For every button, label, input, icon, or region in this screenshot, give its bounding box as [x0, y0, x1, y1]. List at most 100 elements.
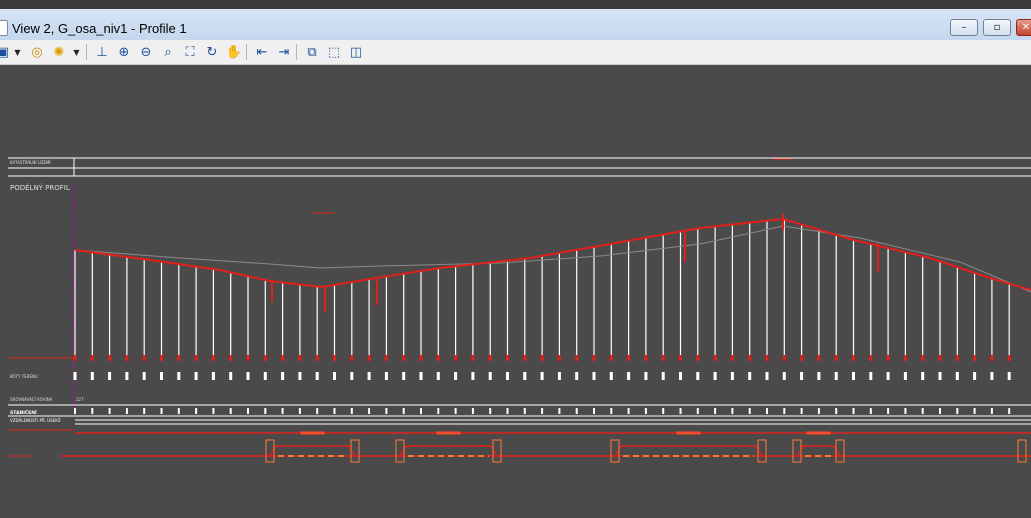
- station-tick: [523, 408, 526, 414]
- terrain-height-marker: [229, 372, 233, 380]
- zoom-in-icon[interactable]: ⊕: [115, 43, 133, 61]
- curve-bracket: [269, 445, 356, 457]
- brush-icon[interactable]: ⊥: [93, 43, 111, 61]
- station-tick: [817, 408, 820, 414]
- station-tick: [783, 408, 786, 414]
- design-height-marker: [592, 355, 596, 361]
- stationing-label: STANIČENÍ: [10, 408, 37, 416]
- design-height-marker: [557, 355, 561, 361]
- terrain-height-marker: [817, 372, 821, 380]
- terrain-height-marker: [696, 372, 700, 380]
- terrain-height-marker: [765, 372, 769, 380]
- design-height-marker: [454, 355, 458, 361]
- terrain-height-marker: [713, 372, 717, 380]
- minimize-icon: –: [961, 22, 967, 33]
- toolbar-separator: [246, 44, 247, 60]
- view-icon[interactable]: ▣: [0, 43, 12, 61]
- terrain-height-marker: [973, 372, 977, 380]
- terrain-height-marker: [679, 372, 682, 380]
- design-height-marker: [575, 355, 579, 361]
- terrain-height-marker: [609, 372, 613, 380]
- design-height-marker: [765, 355, 769, 361]
- terrain-height-marker: [506, 372, 509, 380]
- station-tick: [298, 408, 301, 414]
- station-tick: [904, 408, 907, 414]
- terrain-height-marker: [644, 372, 648, 380]
- design-height-marker: [679, 355, 682, 361]
- station-tick: [143, 408, 146, 414]
- terrain-height-marker: [800, 372, 804, 380]
- cadastral-label: KATASTRÁLNÍ ÚZEMÍ: [10, 160, 51, 165]
- design-height-marker: [333, 355, 336, 361]
- window-title: View 2, G_osa_niv1 - Profile 1: [12, 21, 187, 36]
- rotate-view-icon[interactable]: ↻: [203, 43, 221, 61]
- zoom-out-icon[interactable]: ⊖: [137, 43, 155, 61]
- clip-volume-icon[interactable]: ⬚: [325, 43, 343, 61]
- station-tick: [437, 408, 440, 414]
- design-height-marker: [1007, 355, 1011, 361]
- copy-view-icon[interactable]: ⧉: [303, 43, 321, 61]
- terrain-height-marker: [281, 372, 285, 380]
- design-height-marker: [852, 355, 855, 361]
- terrain-height-marker: [246, 372, 250, 380]
- station-tick: [489, 408, 492, 414]
- clip-mask-icon[interactable]: ◫: [347, 43, 365, 61]
- drawing-viewport[interactable]: KATASTRÁLNÍ ÚZEMÍ PODÉLNÝ PROFIL KÓTY TE…: [0, 65, 1031, 518]
- previous-view-icon[interactable]: ⇤: [253, 43, 271, 61]
- close-button[interactable]: ✕: [1016, 19, 1031, 36]
- fit-view-icon[interactable]: ⛶: [181, 43, 199, 61]
- station-tick: [575, 408, 578, 414]
- design-height-marker: [263, 355, 267, 361]
- station-tick: [662, 408, 665, 414]
- dropdown-arrow-icon[interactable]: ▼: [72, 43, 81, 61]
- station-tick: [471, 408, 474, 414]
- design-height-marker: [194, 355, 198, 361]
- design-height-marker: [211, 355, 215, 361]
- design-height-marker: [990, 355, 994, 361]
- design-height-marker: [90, 355, 94, 361]
- minimize-button[interactable]: –: [950, 19, 978, 36]
- design-height-marker: [644, 355, 648, 361]
- design-height-marker: [800, 355, 804, 361]
- terrain-height-marker: [852, 372, 855, 380]
- profile-drawing[interactable]: KATASTRÁLNÍ ÚZEMÍ PODÉLNÝ PROFIL KÓTY TE…: [0, 65, 1031, 518]
- terrain-height-marker: [938, 372, 942, 380]
- station-tick: [956, 408, 959, 414]
- station-tick: [731, 408, 734, 414]
- design-height-marker: [523, 355, 527, 361]
- terrain-height-marker: [488, 372, 492, 380]
- dropdown-arrow-icon[interactable]: ▼: [13, 43, 22, 61]
- terrain-height-marker: [557, 372, 561, 380]
- station-tick: [558, 408, 561, 414]
- terrain-height-marker: [160, 372, 163, 380]
- curvature-diagram: [265, 431, 1027, 463]
- terrain-height-marker: [73, 372, 77, 380]
- station-tick: [506, 408, 509, 414]
- terrain-height-marker: [990, 372, 994, 380]
- restore-button[interactable]: ▫: [983, 19, 1011, 36]
- pan-view-icon[interactable]: ✋: [225, 43, 243, 61]
- zoom-area-icon[interactable]: ⌕: [159, 43, 177, 61]
- station-tick: [644, 408, 647, 414]
- terrain-height-marker: [869, 372, 873, 380]
- terrain-height-marker: [350, 372, 354, 380]
- station-tick: [402, 408, 405, 414]
- terrain-height-marker: [315, 372, 319, 380]
- station-tick: [1008, 408, 1011, 414]
- next-view-icon[interactable]: ⇥: [275, 43, 293, 61]
- terrain-height-marker: [834, 372, 838, 380]
- design-height-marker: [471, 355, 475, 361]
- view-attributes-icon[interactable]: ◎: [28, 43, 46, 61]
- terrain-height-marker: [211, 372, 215, 380]
- design-height-marker: [506, 355, 509, 361]
- terrain-height-marker: [523, 372, 527, 380]
- brightness-icon[interactable]: ✺: [50, 43, 68, 61]
- design-height-marker: [436, 355, 440, 361]
- station-tick: [887, 408, 890, 414]
- terrain-height-marker: [454, 372, 458, 380]
- terrain-height-marker: [263, 372, 267, 380]
- design-height-marker: [298, 355, 302, 361]
- station-tick: [939, 408, 941, 414]
- design-height-marker: [609, 355, 613, 361]
- station-tick: [264, 408, 267, 414]
